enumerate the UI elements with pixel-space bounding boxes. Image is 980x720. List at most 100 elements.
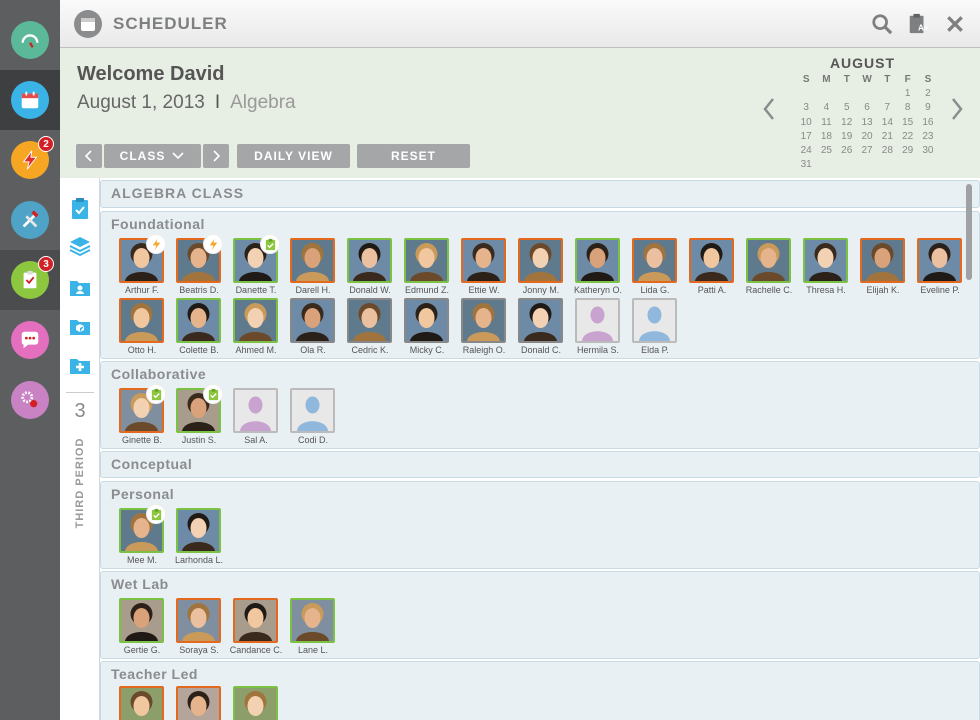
calendar-day[interactable]: 20 xyxy=(857,131,877,145)
folder-box-icon[interactable] xyxy=(68,314,92,338)
group-title: Teacher Led xyxy=(111,666,198,682)
nav-scheduler[interactable] xyxy=(0,70,60,130)
student-card[interactable]: Katheryn O. xyxy=(564,238,622,295)
student-card[interactable]: Donald W. xyxy=(336,238,392,295)
calendar-prev-icon[interactable] xyxy=(760,94,778,124)
calendar-day[interactable]: 30 xyxy=(918,145,938,159)
student-card[interactable]: Donald C. xyxy=(507,298,563,355)
next-class-button[interactable] xyxy=(203,144,229,168)
student-card[interactable]: Edmund Z. xyxy=(393,238,449,295)
folder-user-icon[interactable] xyxy=(68,275,92,299)
calendar-day[interactable]: 27 xyxy=(857,145,877,159)
student-card[interactable]: Arthur F. xyxy=(108,234,166,295)
clipboard-check-icon[interactable] xyxy=(68,196,92,220)
calendar-day[interactable]: 29 xyxy=(897,145,917,159)
student-card[interactable]: Micky C. xyxy=(393,298,449,355)
calendar-day[interactable]: 6 xyxy=(857,102,877,116)
calendar-day[interactable]: 12 xyxy=(837,117,857,131)
student-card[interactable]: Candance C. xyxy=(222,598,282,655)
student-card[interactable] xyxy=(165,686,221,720)
student-card[interactable]: Rachelle C. xyxy=(735,238,792,295)
scrollbar[interactable] xyxy=(966,184,972,280)
student-card[interactable]: Soraya S. xyxy=(165,598,221,655)
calendar-day[interactable]: 26 xyxy=(837,145,857,159)
student-card[interactable]: Lida G. xyxy=(621,238,677,295)
calendar-day[interactable]: 14 xyxy=(877,117,897,131)
calendar-day[interactable]: 7 xyxy=(877,102,897,116)
calendar-day[interactable]: 31 xyxy=(796,159,816,173)
student-card[interactable]: Codi D. xyxy=(279,388,335,445)
student-card[interactable]: Larhonda L. xyxy=(165,508,223,565)
student-card[interactable]: Sal A. xyxy=(222,388,278,445)
student-card[interactable]: Cedric K. xyxy=(336,298,392,355)
calendar-day[interactable]: 24 xyxy=(796,145,816,159)
calendar-day[interactable]: 18 xyxy=(816,131,836,145)
grade-clipboard-icon[interactable]: A+ xyxy=(906,12,930,36)
scheduler-app: 2 3 SCHEDULER A+ Welcome David August 1,… xyxy=(0,0,980,720)
calendar-day[interactable]: 19 xyxy=(837,131,857,145)
student-card[interactable]: Elda P. xyxy=(621,298,677,355)
student-card[interactable]: Ola R. xyxy=(279,298,335,355)
student-card[interactable] xyxy=(108,686,164,720)
student-card[interactable]: Elijah K. xyxy=(849,238,905,295)
nav-settings[interactable] xyxy=(0,370,60,430)
daily-view-button[interactable]: DAILY VIEW xyxy=(237,144,350,168)
calendar-day[interactable]: 22 xyxy=(897,131,917,145)
student-card[interactable]: Darell H. xyxy=(279,238,335,295)
student-card[interactable]: Eveline P. xyxy=(906,238,962,295)
calendar-day[interactable]: 8 xyxy=(897,102,917,116)
group-title: Collaborative xyxy=(111,366,207,382)
calendar-day[interactable]: 5 xyxy=(837,102,857,116)
calendar-day[interactable]: 15 xyxy=(897,117,917,131)
reset-button[interactable]: RESET xyxy=(357,144,470,168)
calendar-day[interactable]: 25 xyxy=(816,145,836,159)
student-card[interactable]: Mee M. xyxy=(108,504,166,565)
calendar-day[interactable]: 3 xyxy=(796,102,816,116)
calendar-day[interactable]: 2 xyxy=(918,88,938,102)
folder-add-icon[interactable] xyxy=(68,353,92,377)
search-icon[interactable] xyxy=(870,12,894,36)
calendar-day[interactable]: 10 xyxy=(796,117,816,131)
nav-alerts[interactable]: 2 xyxy=(0,130,60,190)
calendar-day[interactable]: 1 xyxy=(897,88,917,102)
subject-name: Algebra xyxy=(230,92,296,113)
nav-tools[interactable] xyxy=(0,190,60,250)
nav-dashboard[interactable] xyxy=(0,10,60,70)
calendar-day[interactable]: 11 xyxy=(816,117,836,131)
calendar-day[interactable]: 23 xyxy=(918,131,938,145)
clipboard-badge-icon xyxy=(146,384,166,404)
prev-class-button[interactable] xyxy=(76,144,102,168)
close-icon[interactable] xyxy=(943,12,967,36)
student-card[interactable]: Colette B. xyxy=(165,298,221,355)
calendar-day[interactable]: 9 xyxy=(918,102,938,116)
nav-messages[interactable] xyxy=(0,310,60,370)
stack-icon[interactable] xyxy=(68,234,92,258)
student-photo xyxy=(518,238,563,283)
student-photo xyxy=(860,238,905,283)
student-card[interactable]: Raleigh O. xyxy=(450,298,506,355)
student-card[interactable]: Gertie G. xyxy=(108,598,164,655)
calendar-day[interactable]: 16 xyxy=(918,117,938,131)
calendar-day[interactable]: 4 xyxy=(816,102,836,116)
calendar-day[interactable]: 17 xyxy=(796,131,816,145)
student-card[interactable]: Hermila S. xyxy=(564,298,620,355)
student-card[interactable]: Otto H. xyxy=(108,298,164,355)
calendar-day[interactable]: 13 xyxy=(857,117,877,131)
student-card[interactable]: Lane L. xyxy=(279,598,335,655)
calendar-next-icon[interactable] xyxy=(948,94,966,124)
student-card[interactable]: Ettie W. xyxy=(450,238,506,295)
student-card[interactable]: Beatris D. xyxy=(165,234,223,295)
student-card[interactable] xyxy=(222,686,278,720)
calendar-day[interactable]: 28 xyxy=(877,145,897,159)
student-card[interactable]: Patti A. xyxy=(678,238,734,295)
class-dropdown[interactable]: CLASS xyxy=(104,144,201,168)
nav-assignments[interactable]: 3 xyxy=(0,250,60,310)
student-card[interactable]: Ginette B. xyxy=(108,384,166,445)
group-title: Wet Lab xyxy=(111,576,169,592)
student-card[interactable]: Danette T. xyxy=(222,234,280,295)
student-card[interactable]: Jonny M. xyxy=(507,238,563,295)
student-card[interactable]: Thresa H. xyxy=(792,238,848,295)
student-card[interactable]: Justin S. xyxy=(165,384,223,445)
calendar-day[interactable]: 21 xyxy=(877,131,897,145)
student-card[interactable]: Ahmed M. xyxy=(222,298,278,355)
